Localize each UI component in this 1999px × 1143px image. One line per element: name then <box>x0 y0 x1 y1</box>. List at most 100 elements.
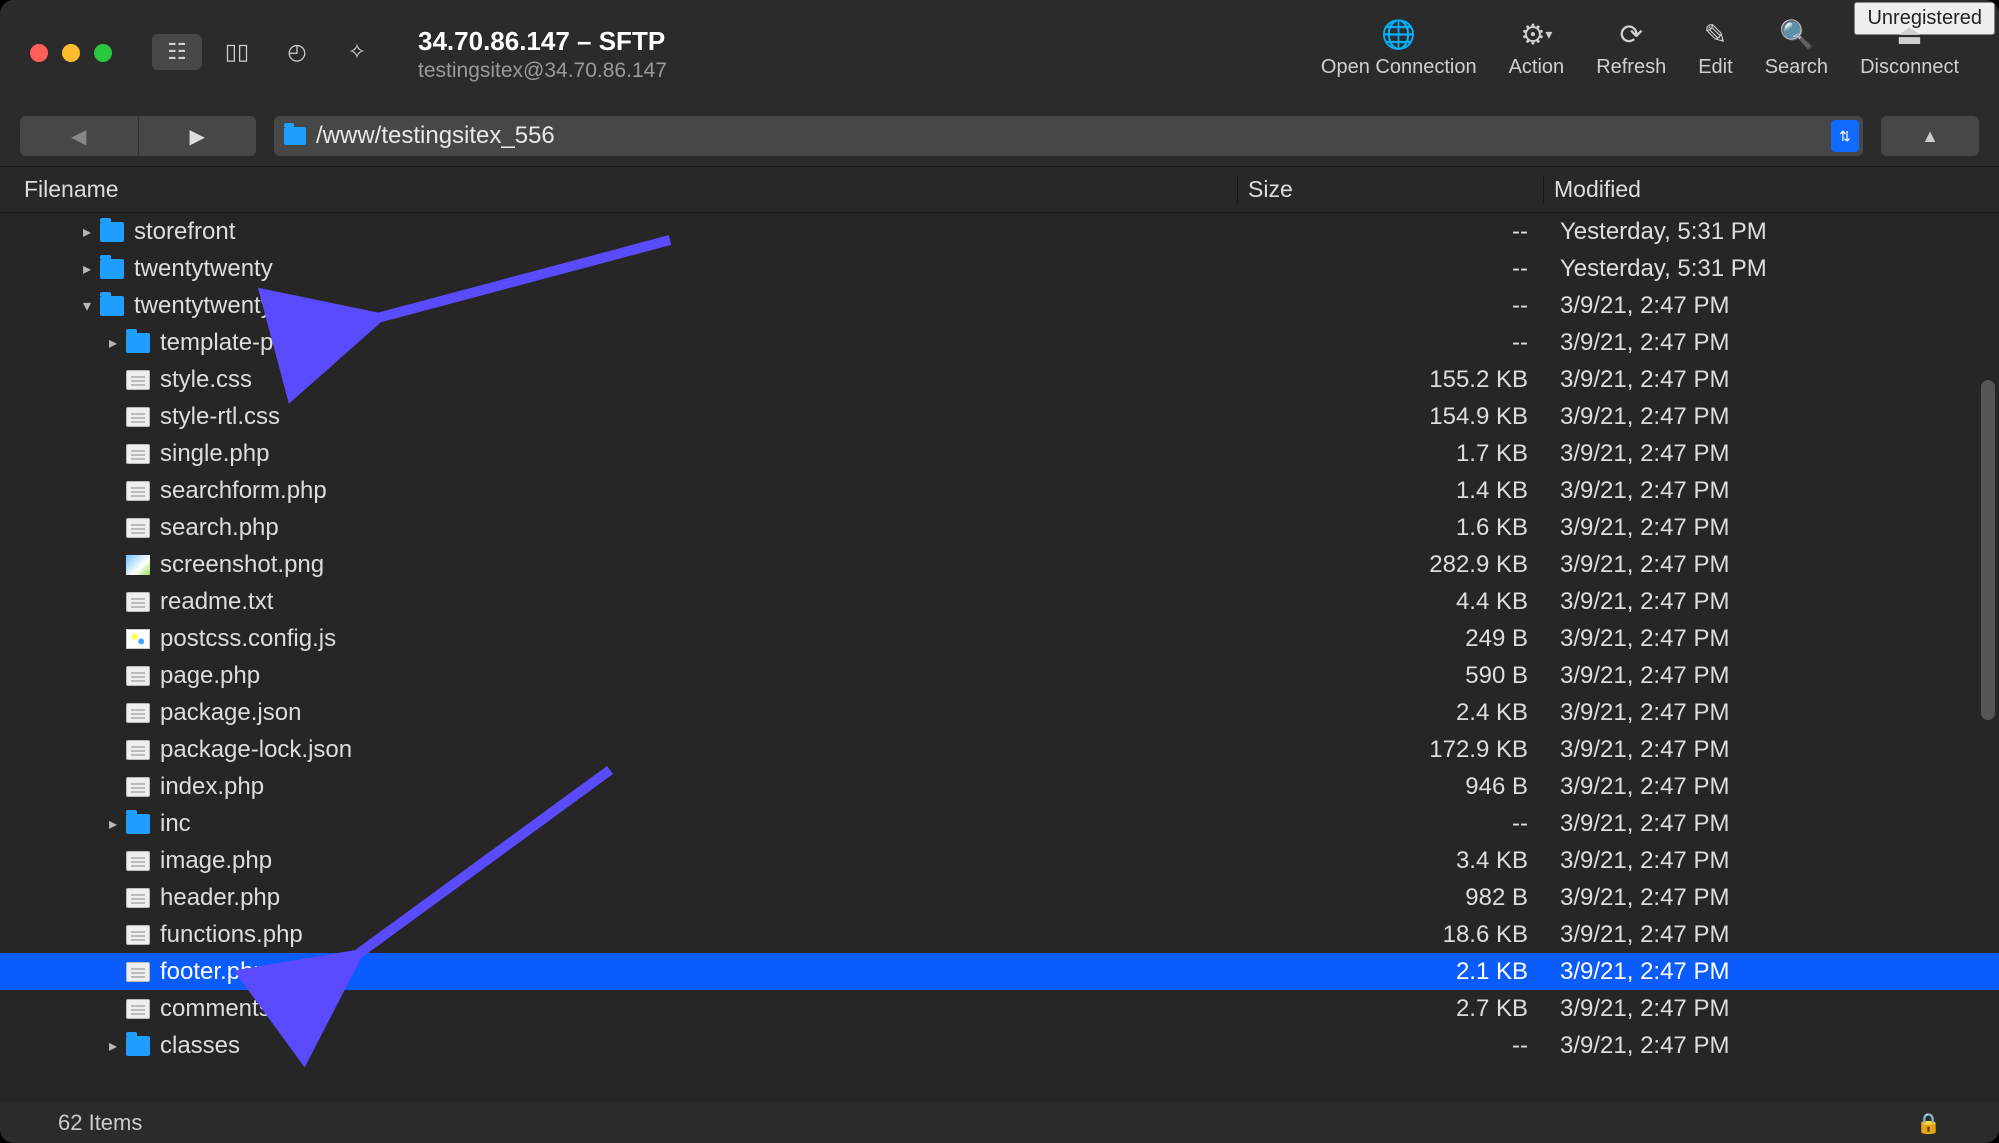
folder-icon <box>126 1036 150 1056</box>
forward-button[interactable]: ▶ <box>139 116 257 156</box>
chevron-icon[interactable]: ▸ <box>100 1036 126 1056</box>
file-row[interactable]: ▸index.php946 B3/9/21, 2:47 PM <box>0 768 1999 805</box>
cell-name: ▸functions.php <box>0 921 1238 949</box>
file-icon <box>126 518 150 538</box>
cell-name: ▸style.css <box>0 366 1238 394</box>
status-text: 62 Items <box>58 1110 142 1136</box>
action-button[interactable]: ⚙︎▾Action <box>1509 18 1565 79</box>
cell-size: 590 B <box>1238 662 1544 690</box>
cell-modified: 3/9/21, 2:47 PM <box>1544 736 1999 764</box>
file-icon <box>126 444 150 464</box>
chevron-icon[interactable]: ▸ <box>100 814 126 834</box>
file-icon <box>126 481 150 501</box>
cell-modified: 3/9/21, 2:47 PM <box>1544 921 1999 949</box>
file-icon <box>126 407 150 427</box>
cell-modified: 3/9/21, 2:47 PM <box>1544 995 1999 1023</box>
cell-modified: 3/9/21, 2:47 PM <box>1544 884 1999 912</box>
chevron-icon[interactable]: ▸ <box>74 222 100 242</box>
refresh-button[interactable]: ⟳Refresh <box>1596 18 1666 79</box>
file-row[interactable]: ▸twentytwenty--Yesterday, 5:31 PM <box>0 250 1999 287</box>
file-row[interactable]: ▸page.php590 B3/9/21, 2:47 PM <box>0 657 1999 694</box>
zoom-button[interactable] <box>94 44 112 62</box>
file-icon <box>126 370 150 390</box>
file-row[interactable]: ▸functions.php18.6 KB3/9/21, 2:47 PM <box>0 916 1999 953</box>
file-row[interactable]: ▸footer.php2.1 KB3/9/21, 2:47 PM <box>0 953 1999 990</box>
browser-icon[interactable]: ☷ <box>152 34 202 70</box>
file-row[interactable]: ▸postcss.config.js249 B3/9/21, 2:47 PM <box>0 620 1999 657</box>
cell-size: 982 B <box>1238 884 1544 912</box>
file-row[interactable]: ▸comments.php2.7 KB3/9/21, 2:47 PM <box>0 990 1999 1027</box>
close-button[interactable] <box>30 44 48 62</box>
cell-modified: Yesterday, 5:31 PM <box>1544 255 1999 283</box>
open-connection-button[interactable]: 🌐Open Connection <box>1321 18 1477 79</box>
file-row[interactable]: ▸package-lock.json172.9 KB3/9/21, 2:47 P… <box>0 731 1999 768</box>
path-dropdown-icon[interactable]: ⇅ <box>1831 120 1859 152</box>
bonjour-icon[interactable]: ✧ <box>332 34 382 70</box>
titlebar: ☷ ▯▯ ◴ ✧ 34.70.86.147 – SFTP testingsite… <box>0 0 1999 110</box>
search-button[interactable]: 🔍Search <box>1765 18 1828 79</box>
cell-name: ▾ twentytwentyone <box>0 292 1238 320</box>
cell-size: -- <box>1238 255 1544 283</box>
file-name: package-lock.json <box>160 736 352 764</box>
toolbar-actions: 🌐Open Connection ⚙︎▾Action ⟳Refresh ✎Edi… <box>1321 18 1959 79</box>
file-row[interactable]: ▸style-rtl.css154.9 KB3/9/21, 2:47 PM <box>0 398 1999 435</box>
chevron-icon[interactable]: ▾ <box>74 296 100 316</box>
cell-modified: 3/9/21, 2:47 PM <box>1544 329 1999 357</box>
file-row[interactable]: ▸image.php3.4 KB3/9/21, 2:47 PM <box>0 842 1999 879</box>
disconnect-button[interactable]: ⏏Disconnect <box>1860 18 1959 79</box>
cell-name: ▸search.php <box>0 514 1238 542</box>
file-row[interactable]: ▸screenshot.png282.9 KB3/9/21, 2:47 PM <box>0 546 1999 583</box>
file-row[interactable]: ▸header.php982 B3/9/21, 2:47 PM <box>0 879 1999 916</box>
chevron-icon[interactable]: ▸ <box>74 259 100 279</box>
pencil-icon: ✎ <box>1704 18 1727 50</box>
status-bar: 62 Items 🔒 <box>0 1103 1999 1143</box>
cell-modified: 3/9/21, 2:47 PM <box>1544 958 1999 986</box>
cell-modified: 3/9/21, 2:47 PM <box>1544 810 1999 838</box>
cell-name: ▸package-lock.json <box>0 736 1238 764</box>
file-row[interactable]: ▸template-parts--3/9/21, 2:47 PM <box>0 324 1999 361</box>
title-server: 34.70.86.147 – SFTP <box>418 26 667 57</box>
header-modified[interactable]: Modified <box>1544 176 1999 203</box>
scrollbar-thumb[interactable] <box>1981 380 1995 720</box>
cell-size: 946 B <box>1238 773 1544 801</box>
file-row[interactable]: ▸readme.txt4.4 KB3/9/21, 2:47 PM <box>0 583 1999 620</box>
lock-icon: 🔒 <box>1916 1111 1941 1136</box>
file-row[interactable]: ▸classes--3/9/21, 2:47 PM <box>0 1027 1999 1064</box>
file-icon <box>126 925 150 945</box>
file-row[interactable]: ▸package.json2.4 KB3/9/21, 2:47 PM <box>0 694 1999 731</box>
left-tool-cluster: ☷ ▯▯ ◴ ✧ <box>152 34 382 70</box>
minimize-button[interactable] <box>62 44 80 62</box>
go-up-button[interactable]: ▲ <box>1881 116 1979 156</box>
file-row[interactable]: ▸storefront--Yesterday, 5:31 PM <box>0 213 1999 250</box>
path-field[interactable]: /www/testingsitex_556 ⇅ <box>274 116 1863 156</box>
bookmarks-icon[interactable]: ▯▯ <box>212 34 262 70</box>
cell-modified: 3/9/21, 2:47 PM <box>1544 773 1999 801</box>
header-filename[interactable]: Filename <box>0 176 1238 203</box>
cell-size: 2.7 KB <box>1238 995 1544 1023</box>
file-row[interactable]: ▸searchform.php1.4 KB3/9/21, 2:47 PM <box>0 472 1999 509</box>
gear-icon: ⚙︎▾ <box>1520 18 1552 50</box>
history-icon[interactable]: ◴ <box>272 34 322 70</box>
scrollbar[interactable] <box>1979 190 1997 1060</box>
cell-size: 4.4 KB <box>1238 588 1544 616</box>
file-row[interactable]: ▸inc--3/9/21, 2:47 PM <box>0 805 1999 842</box>
file-row[interactable]: ▸style.css155.2 KB3/9/21, 2:47 PM <box>0 361 1999 398</box>
header-size[interactable]: Size <box>1238 176 1544 203</box>
file-row[interactable]: ▸single.php1.7 KB3/9/21, 2:47 PM <box>0 435 1999 472</box>
file-list[interactable]: ▸storefront--Yesterday, 5:31 PM▸twentytw… <box>0 213 1999 1083</box>
file-row[interactable]: ▸search.php1.6 KB3/9/21, 2:47 PM <box>0 509 1999 546</box>
cell-modified: 3/9/21, 2:47 PM <box>1544 625 1999 653</box>
file-row[interactable]: ▾twentytwentyone--3/9/21, 2:47 PM <box>0 287 1999 324</box>
cell-name: ▸searchform.php <box>0 477 1238 505</box>
cell-size: 1.7 KB <box>1238 440 1544 468</box>
chevron-icon[interactable]: ▸ <box>100 333 126 353</box>
back-button[interactable]: ◀ <box>20 116 139 156</box>
file-icon <box>126 851 150 871</box>
edit-button[interactable]: ✎Edit <box>1698 18 1732 79</box>
cell-modified: 3/9/21, 2:47 PM <box>1544 588 1999 616</box>
file-icon <box>126 592 150 612</box>
cell-name: ▸footer.php <box>0 958 1238 986</box>
file-name: searchform.php <box>160 477 327 505</box>
file-name: twentytwentyone <box>134 292 313 320</box>
file-name: style-rtl.css <box>160 403 280 431</box>
